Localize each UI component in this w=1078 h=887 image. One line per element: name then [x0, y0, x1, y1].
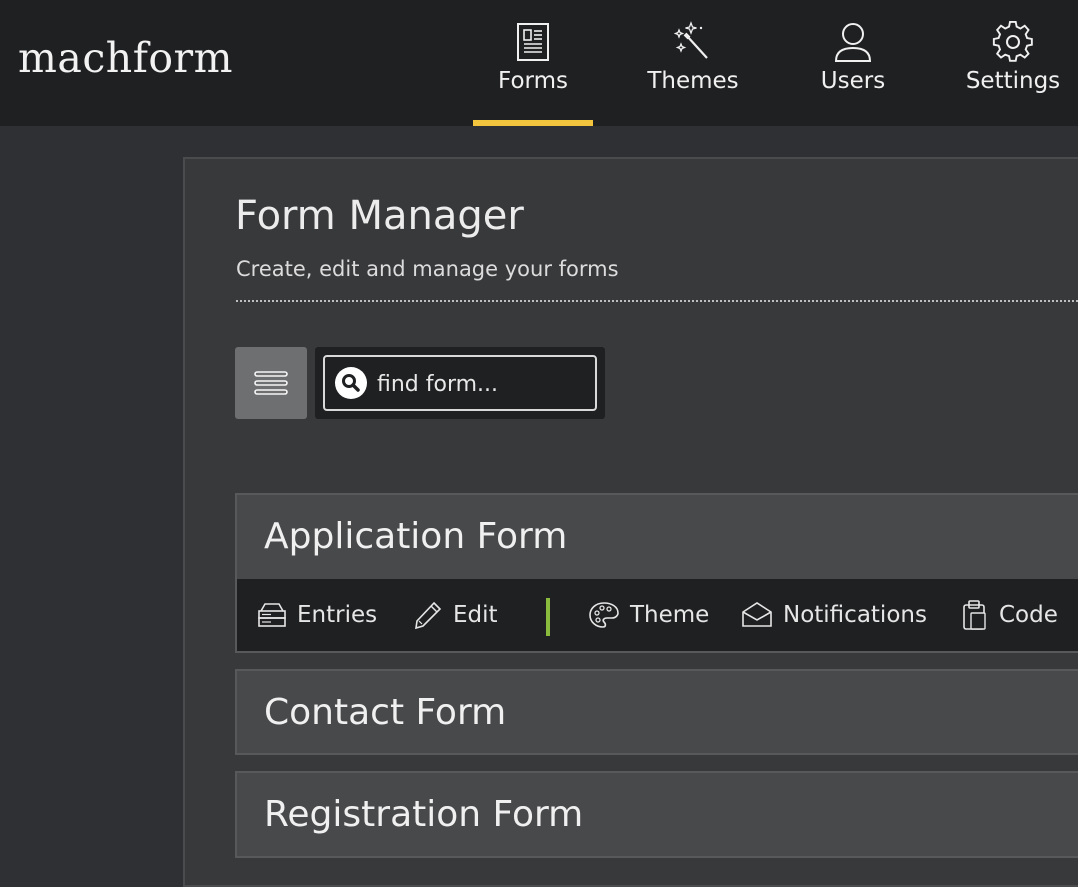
entries-label: Entries [297, 602, 378, 628]
palette-icon [589, 602, 619, 628]
user-icon [834, 23, 872, 62]
code-button[interactable]: Code [961, 579, 1058, 651]
nav-forms-label: Forms [498, 68, 568, 94]
form-title[interactable]: Contact Form [264, 695, 506, 731]
form-item-contact[interactable]: Contact Form [235, 669, 1078, 755]
form-item-application[interactable]: Application Form Entries Edit Theme Noti… [235, 493, 1078, 653]
nav-users[interactable]: Users [793, 0, 913, 126]
nav-users-label: Users [820, 68, 886, 94]
form-title[interactable]: Application Form [264, 519, 567, 555]
search-container [315, 347, 605, 419]
nav-settings-label: Settings [965, 68, 1061, 94]
forms-icon [517, 23, 549, 61]
nav-settings[interactable]: Settings [953, 0, 1073, 126]
entries-button[interactable]: Entries [257, 579, 377, 651]
top-navigation-bar: machform Forms Themes Users Settings [0, 0, 1078, 126]
title-divider [236, 300, 1078, 302]
theme-button[interactable]: Theme [588, 579, 709, 651]
nav-forms[interactable]: Forms [473, 0, 593, 126]
notifications-button[interactable]: Notifications [741, 579, 927, 651]
hamburger-icon [254, 371, 288, 395]
nav-themes[interactable]: Themes [633, 0, 753, 126]
search-icon [335, 367, 367, 399]
form-item-registration[interactable]: Registration Form [235, 771, 1078, 858]
code-label: Code [999, 602, 1058, 628]
active-tab-indicator [473, 120, 593, 126]
nav-themes-label: Themes [647, 68, 739, 94]
gear-icon [992, 20, 1033, 62]
envelope-icon [742, 602, 772, 627]
page-title: Form Manager [235, 193, 524, 239]
pencil-icon [415, 601, 442, 630]
magic-wand-icon [673, 21, 708, 59]
action-divider [546, 598, 550, 636]
clipboard-icon [963, 600, 986, 630]
entries-icon [258, 603, 286, 627]
theme-label: Theme [630, 602, 710, 628]
notifications-label: Notifications [783, 602, 927, 628]
form-title[interactable]: Registration Form [264, 797, 583, 833]
page-subtitle: Create, edit and manage your forms [236, 257, 619, 281]
edit-label: Edit [453, 602, 498, 628]
form-actions-bar: Entries Edit Theme Notifications Code [237, 579, 1078, 651]
machform-logo[interactable]: machform [18, 38, 233, 79]
hamburger-menu-button[interactable] [235, 347, 307, 419]
search-box [323, 355, 597, 411]
search-input[interactable] [375, 365, 589, 403]
edit-button[interactable]: Edit [413, 579, 498, 651]
